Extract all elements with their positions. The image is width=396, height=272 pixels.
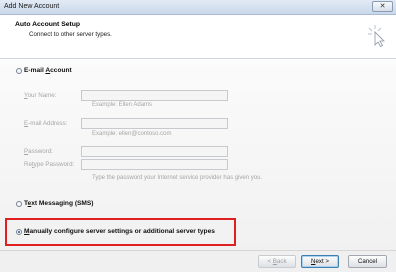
password-field[interactable]	[81, 146, 228, 157]
your-name-example: Example: Ellen Adams	[92, 102, 153, 108]
header-subtitle: Connect to other server types.	[29, 31, 112, 38]
email-account-label[interactable]: E-mail Account	[24, 67, 72, 74]
next-button[interactable]: Next >	[301, 255, 339, 268]
title-bar: Add New Account ✕	[0, 0, 396, 15]
manual-config-radio[interactable]	[16, 229, 22, 235]
your-name-field[interactable]	[81, 90, 228, 101]
password-label: Password:	[24, 148, 53, 155]
email-address-field[interactable]	[81, 118, 228, 129]
wizard-header: Auto Account Setup Connect to other serv…	[0, 15, 396, 59]
retype-password-label: Retype Password:	[24, 161, 75, 168]
your-name-label: Your Name:	[24, 92, 57, 99]
email-account-radio[interactable]	[16, 68, 22, 74]
manual-config-label[interactable]: Manually configure server settings or ad…	[24, 228, 215, 235]
cursor-click-icon	[368, 25, 385, 47]
text-messaging-radio[interactable]	[16, 201, 22, 207]
close-icon: ✕	[379, 3, 386, 10]
cancel-button[interactable]: Cancel	[348, 255, 387, 268]
text-messaging-label[interactable]: Text Messaging (SMS)	[24, 200, 94, 207]
password-hint: Type the password your Internet service …	[92, 175, 263, 181]
retype-password-field[interactable]	[81, 159, 228, 170]
window-title: Add New Account	[4, 3, 60, 10]
back-button[interactable]: < Back	[258, 255, 296, 268]
email-address-label: E-mail Address:	[24, 120, 68, 127]
header-title: Auto Account Setup	[15, 21, 81, 28]
email-address-example: Example: ellen@contoso.com	[92, 131, 172, 137]
close-button[interactable]: ✕	[372, 1, 393, 12]
